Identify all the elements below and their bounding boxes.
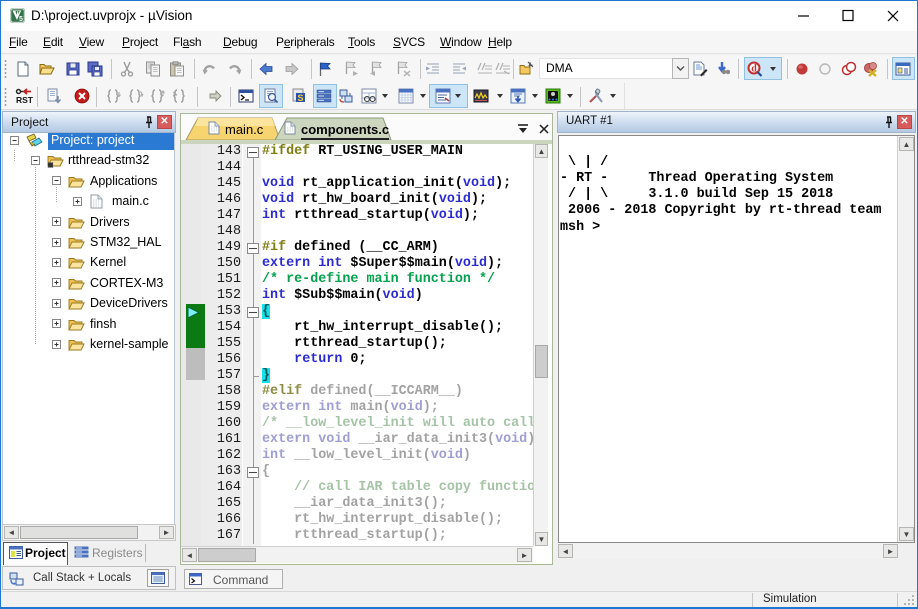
svg-text:RST: RST — [16, 95, 33, 104]
svg-text:d: d — [751, 64, 757, 75]
svg-text:5: 5 — [19, 16, 23, 23]
svg-text:S: S — [297, 93, 303, 103]
